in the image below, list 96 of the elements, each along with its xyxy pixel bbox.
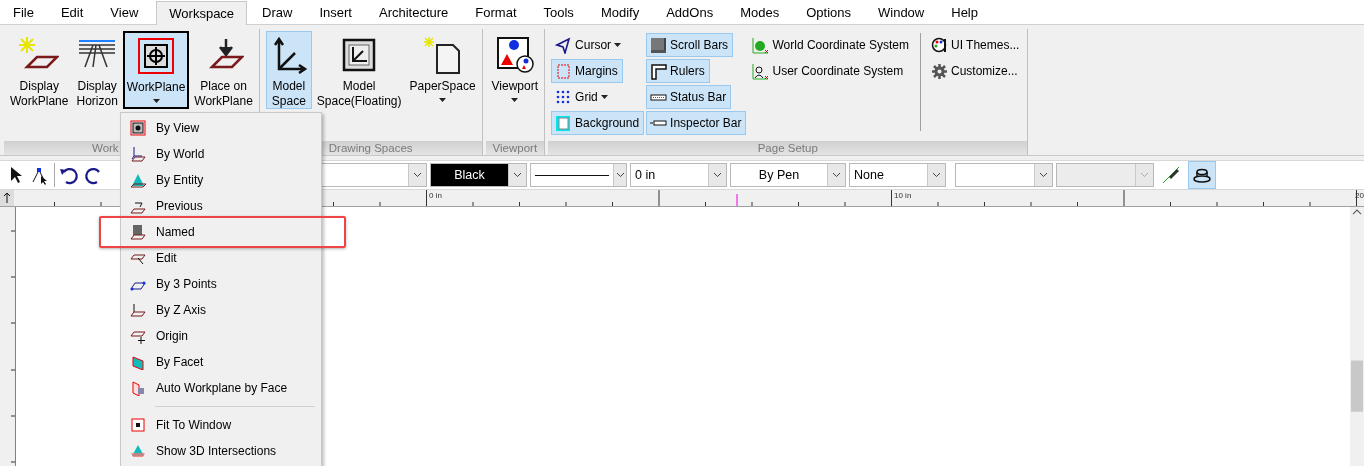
face-icon	[130, 380, 146, 396]
toolbar-button[interactable]: UI Themes...	[927, 33, 1025, 57]
named-plane-icon	[130, 224, 146, 240]
ribbon-button[interactable]: Display WorkPlane	[7, 31, 72, 109]
chevron-down-icon	[513, 172, 522, 178]
fit-window-icon	[130, 417, 146, 433]
menu-tab[interactable]: AddOns	[657, 0, 723, 24]
menu-tab[interactable]: Draw	[253, 0, 302, 24]
menu-item[interactable]: By Facet	[121, 349, 321, 375]
toolbar-button[interactable]: User Coordinate System	[748, 59, 909, 83]
menu-tab[interactable]: Architecture	[369, 0, 458, 24]
menu-tab[interactable]: Window	[869, 0, 934, 24]
group-label: Drawing Spaces	[328, 142, 413, 154]
group-label: Work	[92, 142, 119, 154]
cursor-arrow-icon	[555, 36, 573, 54]
menu-tab[interactable]: Modify	[591, 0, 649, 24]
menu-tab[interactable]: View	[101, 0, 148, 24]
ribbon-button[interactable]: WorkPlane	[122, 31, 190, 109]
menu-item[interactable]: Origin	[121, 323, 321, 349]
chevron-down-icon	[832, 172, 841, 178]
menu-item[interactable]: Show 3D Intersections	[121, 438, 321, 464]
toolbar-button[interactable]: Status Bar	[646, 85, 732, 109]
menu-tab[interactable]: Format	[466, 0, 526, 24]
pencil-icon	[1161, 165, 1181, 185]
globe-axes-icon	[752, 36, 770, 54]
ribbon-button[interactable]: Model Space(Floating)	[313, 31, 405, 109]
chevron-down-icon	[932, 172, 941, 178]
menu-tab[interactable]: Modes	[731, 0, 789, 24]
menu-item[interactable]: Auto Workplane by Face	[121, 375, 321, 401]
menu-item[interactable]: By Entity	[121, 167, 321, 193]
menu-item[interactable]: By Z Axis	[121, 297, 321, 323]
toolbar-button[interactable]: Grid	[551, 85, 613, 109]
ribbon-button[interactable]: PaperSpace	[406, 31, 479, 109]
menu-tab[interactable]: Workspace	[156, 1, 248, 25]
toolbar-button[interactable]: Cursor	[551, 33, 627, 57]
facet-icon	[130, 354, 146, 370]
chevron-down-icon	[1140, 172, 1149, 178]
chevron-down-icon	[413, 172, 422, 178]
margins-icon	[555, 62, 573, 80]
menu-tab[interactable]: Options	[797, 0, 860, 24]
menu-item[interactable]: By World	[121, 141, 321, 167]
line-style-icon	[535, 173, 609, 177]
palette-icon	[931, 36, 948, 54]
dropdown-field[interactable]: 0 in	[630, 163, 727, 187]
toolbar-button[interactable]: Rulers	[646, 59, 710, 83]
ruler-label: 0 in	[429, 191, 442, 200]
toolbar-button[interactable]: Margins	[551, 59, 623, 83]
dropdown-field[interactable]	[1056, 163, 1154, 187]
dropdown-field[interactable]	[955, 163, 1053, 187]
layers-button[interactable]	[1188, 161, 1216, 189]
group-label: Page Setup	[757, 142, 818, 154]
chevron-down-icon	[1039, 172, 1048, 178]
menu-tab[interactable]: Edit	[51, 0, 93, 24]
dropdown-field[interactable]	[530, 163, 627, 187]
ribbon-button[interactable]: Display Horizon	[73, 31, 121, 109]
target-icon	[130, 120, 146, 136]
dropdown-field[interactable]: Black	[430, 163, 527, 187]
ruler-corner-icon	[650, 62, 668, 80]
ruler-label: 10 in	[894, 191, 912, 200]
ribbon-button[interactable]: Place on WorkPlane	[191, 31, 256, 109]
toolbar-button[interactable]: Scroll Bars	[646, 33, 734, 57]
menu-item[interactable]: Fit To Window	[121, 412, 321, 438]
page-icon	[555, 114, 573, 132]
workplane-icon	[136, 36, 177, 76]
z-axis-plane-icon	[130, 302, 146, 318]
toolbar-button[interactable]: World Coordinate System	[748, 33, 914, 57]
move-plane-icon	[130, 328, 146, 344]
menu-tab[interactable]: Tools	[534, 0, 583, 24]
settings-icon	[931, 62, 948, 80]
intersection-icon	[130, 443, 146, 459]
dropdown-field[interactable]: None	[849, 163, 946, 187]
ruler-ticks-drawing	[54, 202, 103, 206]
menu-item[interactable]: By 3 Points	[121, 271, 321, 297]
ribbon-button[interactable]: Model Space	[265, 31, 312, 109]
toolbar-button[interactable]: Inspector Bar	[646, 111, 747, 135]
group-label: Viewport	[492, 142, 538, 154]
menu-item[interactable]: Edit	[121, 245, 321, 271]
toolbar-button[interactable]: Customize...	[927, 59, 1023, 83]
star-page-icon	[422, 35, 463, 75]
menu-tab[interactable]: Help	[942, 0, 987, 24]
chevron-down-icon	[615, 172, 625, 178]
chevron-down-icon	[713, 172, 722, 178]
pyramid-plane-icon	[130, 172, 146, 188]
menu-tab[interactable]: File	[4, 0, 43, 24]
toolbar-button[interactable]: Background	[551, 111, 645, 135]
ribbon-button[interactable]: Viewport	[488, 31, 542, 109]
ruler-corner-icon[interactable]	[0, 190, 14, 206]
menu-item[interactable]: By View	[121, 115, 321, 141]
scroll-bars-icon	[650, 36, 668, 54]
shapes-icon	[494, 35, 535, 75]
menu-item[interactable]: Previous	[121, 193, 321, 219]
dropdown-field[interactable]: By Pen	[730, 163, 846, 187]
menu-tab[interactable]: Insert	[310, 0, 361, 24]
menu-item[interactable]: Named	[121, 219, 321, 245]
axes-plane-icon	[130, 146, 146, 162]
person-axes-icon	[752, 62, 770, 80]
